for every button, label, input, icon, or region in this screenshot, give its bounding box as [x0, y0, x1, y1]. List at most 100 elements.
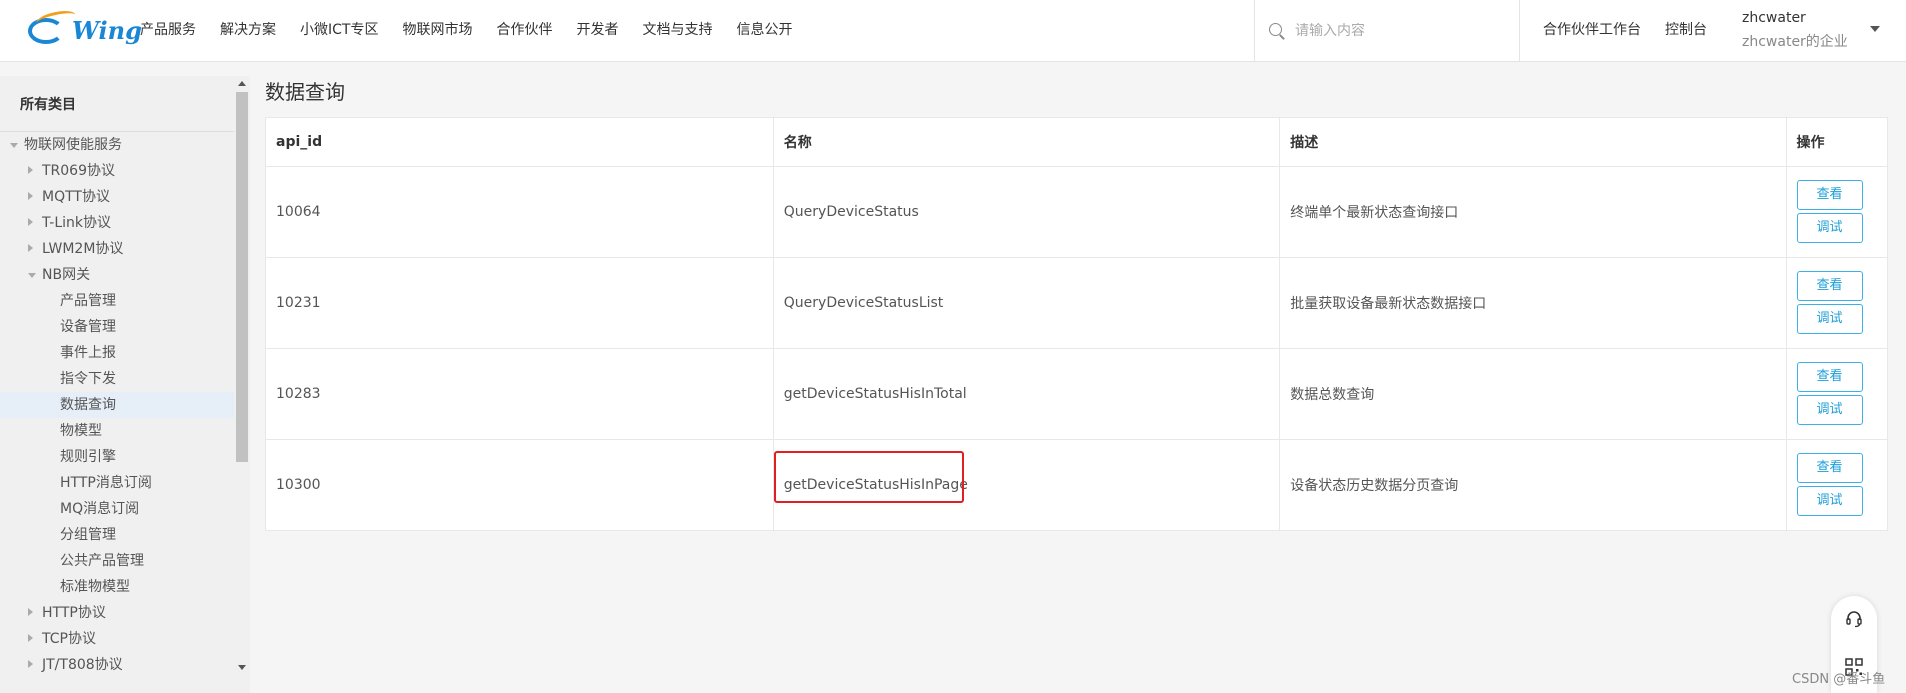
debug-button[interactable]: 调试: [1796, 213, 1863, 243]
sidebar-item[interactable]: 分组管理: [0, 522, 234, 548]
sidebar-item-label: 公共产品管理: [60, 553, 144, 569]
sidebar: 所有类目 物联网使能服务 TR069协议 MQTT协议 T-Link协议 LWM2M协议…: [0, 76, 250, 693]
sidebar-item[interactable]: NB网关: [0, 262, 234, 288]
debug-button[interactable]: 调试: [1796, 486, 1863, 517]
caret-right-icon[interactable]: [28, 166, 33, 174]
sidebar-item[interactable]: HTTP消息订阅: [0, 470, 234, 496]
sidebar-item[interactable]: 规则引擎: [0, 444, 234, 470]
column-header-api-id: api_id: [266, 118, 774, 167]
nav-item-products[interactable]: 产品服务: [140, 19, 196, 39]
search-box: [1254, 0, 1520, 61]
cell-actions: 查看 调试: [1786, 257, 1887, 349]
top-nav-bar: Wing 产品服务 解决方案 小微ICT专区 物联网市场 合作伙伴 开发者 文档…: [0, 0, 1906, 62]
cell-api-id: 10283: [266, 348, 774, 440]
caret-down-icon[interactable]: [28, 273, 36, 278]
caret-right-icon[interactable]: [28, 660, 33, 668]
sidebar-scrollbar[interactable]: [234, 76, 250, 693]
highlighted-name: getDeviceStatusHisInPage: [773, 450, 968, 503]
view-button[interactable]: 查看: [1796, 453, 1863, 484]
sidebar-item[interactable]: TCP协议: [0, 626, 234, 652]
column-header-actions: 操作: [1786, 118, 1887, 167]
caret-right-icon[interactable]: [28, 218, 33, 226]
sidebar-item[interactable]: MQTT协议: [0, 184, 234, 210]
sidebar-item-label: MQ消息订阅: [60, 501, 140, 517]
sidebar-item-label: LWM2M协议: [42, 241, 124, 257]
sidebar-item[interactable]: JT/T808协议: [0, 652, 234, 678]
nav-item-partners[interactable]: 合作伙伴: [496, 19, 552, 39]
table-row: 10064 QueryDeviceStatus 终端单个最新状态查询接口 查看 …: [266, 166, 1887, 258]
nav-item-developers[interactable]: 开发者: [576, 19, 618, 39]
page-title: 数据查询: [265, 80, 345, 104]
sidebar-item[interactable]: 产品管理: [0, 288, 234, 314]
logo[interactable]: Wing: [28, 7, 142, 48]
sidebar-item[interactable]: 公共产品管理: [0, 548, 234, 574]
sidebar-item-label: HTTP消息订阅: [60, 475, 152, 491]
sidebar-item-label: 标准物模型: [60, 579, 130, 595]
cell-actions: 查看 调试: [1786, 348, 1887, 440]
sidebar-item-label: TR069协议: [42, 163, 116, 179]
scroll-thumb[interactable]: [236, 92, 248, 462]
sidebar-item-label: JT/T808协议: [42, 657, 123, 673]
sidebar-item[interactable]: 物模型: [0, 418, 234, 444]
sidebar-item[interactable]: T-Link协议: [0, 210, 234, 236]
sidebar-item-label: T-Link协议: [42, 215, 111, 231]
sidebar-item[interactable]: 设备管理: [0, 314, 234, 340]
caret-right-icon[interactable]: [28, 634, 33, 642]
sidebar-item[interactable]: 事件上报: [0, 340, 234, 366]
nav-item-iot-market[interactable]: 物联网市场: [402, 19, 472, 39]
cell-name: QueryDeviceStatusList: [773, 257, 1281, 349]
sidebar-item[interactable]: TR069协议: [0, 158, 234, 184]
sidebar-item[interactable]: 物联网使能服务: [0, 132, 234, 158]
cell-actions: 查看 调试: [1786, 166, 1887, 258]
nav-item-ict[interactable]: 小微ICT专区: [300, 19, 378, 39]
cell-description: 终端单个最新状态查询接口: [1279, 166, 1787, 258]
cell-actions: 查看 调试: [1786, 439, 1887, 530]
sidebar-item-label: 设备管理: [60, 319, 116, 335]
table-header-row: api_id 名称 描述 操作: [266, 118, 1887, 167]
cell-name: QueryDeviceStatus: [773, 166, 1281, 258]
red-highlight-box: [773, 450, 964, 503]
view-button[interactable]: 查看: [1796, 180, 1863, 210]
sidebar-item[interactable]: 指令下发: [0, 366, 234, 392]
sidebar-item-label: 分组管理: [60, 527, 116, 543]
sidebar-item[interactable]: 数据查询: [0, 392, 234, 418]
sidebar-item-label: NB网关: [42, 267, 91, 283]
nav-item-solutions[interactable]: 解决方案: [220, 19, 276, 39]
sidebar-item-label: 数据查询: [60, 397, 116, 413]
debug-button[interactable]: 调试: [1796, 395, 1863, 425]
caret-right-icon[interactable]: [28, 244, 33, 252]
sidebar-item[interactable]: MQ消息订阅: [0, 496, 234, 522]
cell-name: getDeviceStatusHisInPage: [773, 439, 1281, 530]
sidebar-item-label: TCP协议: [42, 631, 96, 647]
sidebar-item-label: 指令下发: [60, 371, 116, 387]
debug-button[interactable]: 调试: [1796, 304, 1863, 334]
scroll-up-icon[interactable]: [238, 81, 246, 86]
sidebar-title: 所有类目: [0, 76, 234, 132]
search-icon[interactable]: [1269, 22, 1285, 39]
view-button[interactable]: 查看: [1796, 362, 1863, 392]
column-header-description: 描述: [1279, 118, 1787, 167]
sidebar-item[interactable]: LWM2M协议: [0, 236, 234, 262]
console-link[interactable]: 控制台: [1665, 19, 1707, 39]
sidebar-item-label: 物联网使能服务: [24, 137, 122, 153]
sidebar-item-label: MQTT协议: [42, 189, 110, 205]
sidebar-item[interactable]: HTTP协议: [0, 600, 234, 626]
scroll-down-icon[interactable]: [238, 665, 246, 670]
user-menu[interactable]: zhcwater zhcwater的企业: [1742, 10, 1848, 51]
headset-icon[interactable]: [1845, 610, 1863, 628]
chevron-down-icon[interactable]: [1870, 26, 1880, 32]
sidebar-item[interactable]: 标准物模型: [0, 574, 234, 600]
user-name: zhcwater: [1742, 10, 1806, 26]
nav-item-info[interactable]: 信息公开: [736, 19, 792, 39]
table-row: 10283 getDeviceStatusHisInTotal 数据总数查询 查…: [266, 348, 1887, 440]
view-button[interactable]: 查看: [1796, 271, 1863, 301]
search-input[interactable]: [1295, 22, 1495, 39]
caret-right-icon[interactable]: [28, 608, 33, 616]
table-row: 10231 QueryDeviceStatusList 批量获取设备最新状态数据…: [266, 257, 1887, 349]
caret-down-icon[interactable]: [10, 143, 18, 148]
nav-item-docs[interactable]: 文档与支持: [642, 19, 712, 39]
partner-workbench-link[interactable]: 合作伙伴工作台: [1543, 19, 1641, 39]
category-tree: 物联网使能服务 TR069协议 MQTT协议 T-Link协议 LWM2M协议 NB网关产…: [0, 132, 234, 678]
caret-right-icon[interactable]: [28, 192, 33, 200]
main-nav: 产品服务 解决方案 小微ICT专区 物联网市场 合作伙伴 开发者 文档与支持 信…: [140, 0, 816, 58]
